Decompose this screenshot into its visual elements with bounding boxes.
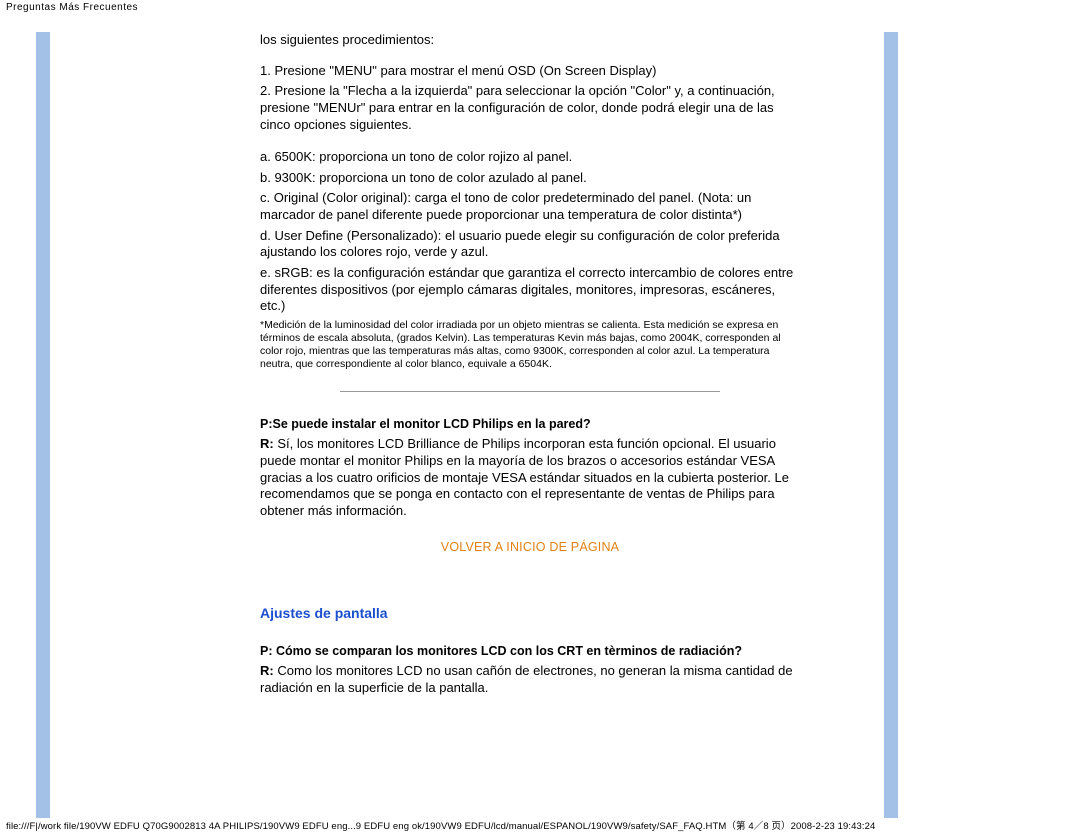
intro-line: los siguientes procedimientos: [260,32,800,49]
answer-prefix: R: [260,436,274,451]
question-wall-mount: P:Se puede instalar el monitor LCD Phili… [260,416,800,432]
option-a: a. 6500K: proporciona un tono de color r… [260,149,800,166]
right-accent-stripe [884,32,898,818]
main-content-column: los siguientes procedimientos: 1. Presio… [260,32,800,818]
answer-prefix: R: [260,663,274,678]
answer-text: Sí, los monitores LCD Brilliance de Phil… [260,436,789,518]
option-d: d. User Define (Personalizado): el usuar… [260,228,800,261]
back-to-top-link[interactable]: VOLVER A INICIO DE PÁGINA [260,539,800,555]
answer-radiation: R: Como los monitores LCD no usan cañón … [260,663,800,696]
question-radiation: P: Cómo se comparan los monitores LCD co… [260,643,800,659]
question-prefix: P: [260,644,273,658]
left-accent-stripe [36,32,50,818]
answer-wall-mount: R: Sí, los monitores LCD Brilliance de P… [260,436,800,519]
option-e: e. sRGB: es la configuración estándar qu… [260,265,800,315]
kelvin-note: *Medición de la luminosidad del color ir… [260,319,800,372]
page-header-title: Preguntas Más Frecuentes [6,2,138,13]
page-outer: los siguientes procedimientos: 1. Presio… [0,16,1080,818]
step-2: 2. Presione la "Flecha a la izquierda" p… [260,83,800,133]
question-text: Se puede instalar el monitor LCD Philips… [273,417,591,431]
step-1: 1. Presione "MENU" para mostrar el menú … [260,63,800,80]
section-heading-ajustes: Ajustes de pantalla [260,605,800,623]
question-prefix: P: [260,417,273,431]
option-c: c. Original (Color original): carga el t… [260,190,800,223]
divider-1 [340,391,720,392]
page-footer-path: file:///F|/work file/190VW EDFU Q70G9002… [6,818,875,832]
answer-text: Como los monitores LCD no usan cañón de … [260,663,793,695]
option-b: b. 9300K: proporciona un tono de color a… [260,170,800,187]
question-text: Cómo se comparan los monitores LCD con l… [273,644,743,658]
